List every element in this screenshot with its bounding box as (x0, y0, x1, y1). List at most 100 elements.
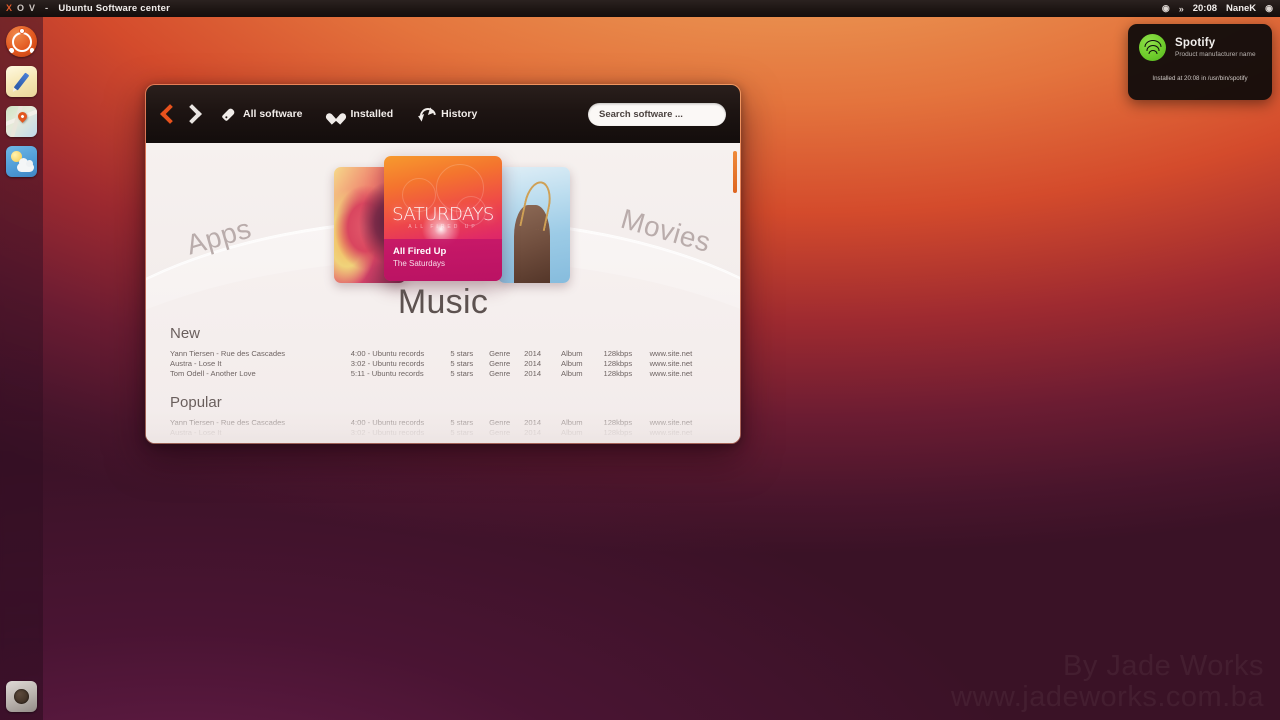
close-button[interactable]: X (6, 4, 12, 13)
table-row[interactable]: Austra - Lose It 3:02 - Ubuntu records 5… (170, 427, 716, 437)
chevron-left-icon[interactable] (160, 103, 175, 125)
row-stars: 5 stars (450, 368, 474, 378)
row-type: Album (561, 368, 583, 378)
row-duration: 3:02 - Ubuntu records (350, 358, 425, 368)
row-type: Album (561, 348, 583, 358)
notification-footer: Installed at 20:08 in /usr/bin/spotify (1152, 75, 1248, 82)
row-year: 2014 (524, 417, 542, 427)
row-site[interactable]: www.site.net (650, 369, 716, 378)
section-popular-heading: Popular (170, 394, 222, 411)
row-bitrate: 128kbps (603, 358, 633, 368)
row-genre: Genre (489, 417, 511, 427)
double-chevron-icon[interactable]: » (1179, 4, 1184, 14)
table-row[interactable]: Austra - Lose It 3:02 - Ubuntu records 5… (170, 358, 716, 368)
search-placeholder: Search software ... (599, 108, 683, 120)
row-duration: 3:02 - Ubuntu records (350, 427, 425, 437)
search-input[interactable]: Search software ... (588, 102, 726, 126)
album-cover-right[interactable] (498, 167, 570, 283)
spotify-icon (1139, 34, 1166, 61)
minimize-button[interactable]: O (17, 4, 24, 13)
row-site[interactable]: www.site.net (650, 359, 716, 368)
map-pin-icon (16, 110, 29, 123)
notification-bubble[interactable]: Spotify Product manufacturer name Instal… (1128, 24, 1272, 100)
row-bitrate: 128kbps (603, 417, 633, 427)
panel-window-title: Ubuntu Software center (58, 3, 170, 14)
tab-installed[interactable]: Installed (329, 107, 394, 122)
row-genre: Genre (489, 427, 511, 437)
vertical-scrollbar[interactable] (733, 151, 737, 193)
row-year: 2014 (524, 358, 542, 368)
refresh-icon (417, 107, 434, 122)
row-type: Album (561, 417, 583, 427)
row-stars: 5 stars (450, 348, 474, 358)
row-year: 2014 (524, 427, 542, 437)
maximize-button[interactable]: V (29, 4, 35, 13)
table-row[interactable]: Tom Odell - Another Love 5:11 - Ubuntu r… (170, 368, 716, 378)
panel-username[interactable]: NaneK (1226, 3, 1256, 14)
ubuntu-logo-icon (8, 27, 35, 54)
row-genre: Genre (489, 348, 511, 358)
album-artist: The Saturdays (393, 259, 446, 268)
album-meta: All Fired Up The Saturdays (384, 239, 502, 281)
panel-indicators: ◉ » 20:08 NaneK ◉ (1162, 3, 1273, 14)
row-year: 2014 (524, 368, 542, 378)
chevron-right-icon[interactable] (184, 103, 199, 125)
section-new-heading: New (170, 325, 201, 342)
heart-icon (329, 107, 344, 122)
row-genre: Genre (489, 368, 511, 378)
row-site[interactable]: www.site.net (650, 428, 716, 437)
panel-clock[interactable]: 20:08 (1193, 3, 1217, 14)
album-title: All Fired Up (393, 246, 447, 257)
row-title: Austra - Lose It (170, 427, 222, 437)
table-row[interactable]: Yann Tiersen - Rue des Cascades 4:00 - U… (170, 417, 716, 427)
page-title: Music (397, 283, 489, 321)
row-bitrate: 128kbps (603, 427, 633, 437)
section-popular: Popular Yann Tiersen - Rue des Cascades … (170, 394, 716, 437)
row-genre: Genre (489, 358, 511, 368)
pen-icon (13, 72, 30, 91)
row-site[interactable]: www.site.net (650, 418, 716, 427)
launcher-item-ubuntu-dash[interactable] (6, 26, 37, 57)
panel-separator: - (45, 3, 49, 14)
tab-history[interactable]: History (417, 107, 478, 122)
tab-history-label: History (441, 108, 478, 120)
launcher-item-trash[interactable] (6, 681, 37, 712)
row-title: Yann Tiersen - Rue des Cascades (170, 348, 286, 358)
row-title: Austra - Lose It (170, 358, 222, 368)
row-stars: 5 stars (450, 417, 474, 427)
row-duration: 5:11 - Ubuntu records (350, 368, 424, 378)
tab-all-software-label: All software (243, 108, 303, 120)
row-stars: 5 stars (450, 358, 474, 368)
software-center-window: All software Installed History Search so… (145, 84, 741, 444)
tab-installed-label: Installed (350, 108, 394, 120)
launcher-item-maps-app[interactable] (6, 106, 37, 137)
trash-icon (14, 689, 29, 704)
row-duration: 4:00 - Ubuntu records (350, 348, 425, 358)
window-controls[interactable]: X O V (6, 4, 35, 13)
album-cover-center[interactable]: SATURDAYS ALL FIRED UP All Fired Up The … (384, 156, 502, 281)
launcher-item-notes-app[interactable] (6, 66, 37, 97)
table-row[interactable]: Yann Tiersen - Rue des Cascades 4:00 - U… (170, 348, 716, 358)
row-type: Album (561, 427, 583, 437)
tag-icon (218, 103, 239, 124)
app-content: Apps Movies SATURDAYS ALL FIRED UP All F… (146, 143, 740, 443)
top-panel: X O V - Ubuntu Software center ◉ » 20:08… (0, 0, 1280, 17)
row-duration: 4:00 - Ubuntu records (350, 417, 425, 427)
row-title: Yann Tiersen - Rue des Cascades (170, 417, 286, 427)
power-icon[interactable]: ◉ (1265, 3, 1273, 14)
row-title: Tom Odell - Another Love (170, 368, 256, 378)
circle-indicator-icon[interactable]: ◉ (1162, 3, 1170, 14)
row-type: Album (561, 358, 583, 368)
row-site[interactable]: www.site.net (650, 349, 716, 358)
notification-header: Spotify Product manufacturer name (1139, 34, 1261, 61)
launcher-item-weather-app[interactable] (6, 146, 37, 177)
unity-launcher (0, 17, 43, 720)
album-carousel: SATURDAYS ALL FIRED UP All Fired Up The … (146, 155, 740, 283)
tab-all-software[interactable]: All software (221, 107, 303, 122)
row-bitrate: 128kbps (603, 368, 633, 378)
section-new: New Yann Tiersen - Rue des Cascades 4:00… (170, 325, 716, 378)
notification-app-name: Spotify (1175, 37, 1216, 49)
app-toolbar: All software Installed History Search so… (146, 85, 740, 143)
notification-manufacturer: Product manufacturer name (1175, 51, 1256, 58)
nav-buttons (160, 103, 199, 125)
